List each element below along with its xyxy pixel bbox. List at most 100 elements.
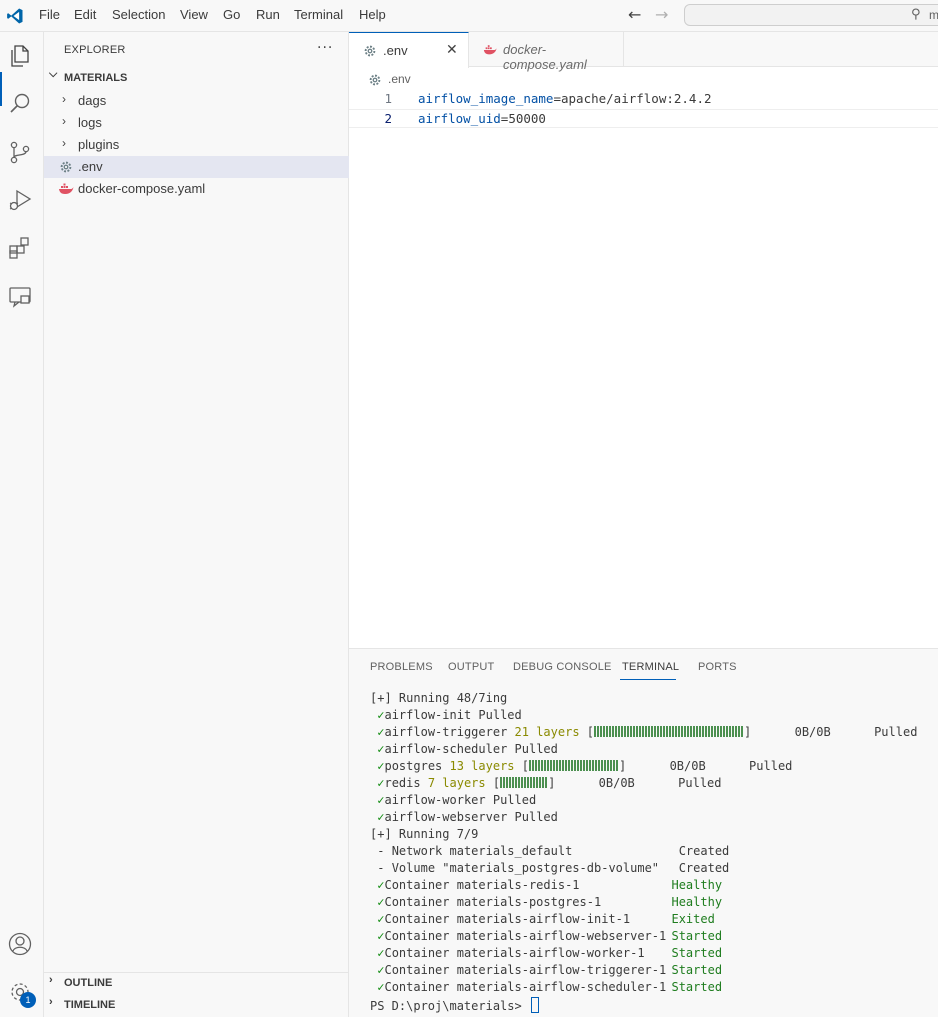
service-name: redis — [384, 776, 421, 790]
service-name: postgres — [384, 759, 443, 773]
resource-status: Started — [671, 929, 723, 943]
menu-file[interactable]: File — [39, 7, 60, 22]
resource-status: Created — [678, 861, 730, 875]
resource-name: Container materials-airflow-scheduler-1 — [384, 980, 667, 994]
resource-name: Network materials_default — [391, 844, 573, 858]
manage-badge: 1 — [20, 992, 36, 1008]
download-size: 0B/0B — [794, 725, 831, 739]
service-status: Pulled — [492, 793, 537, 807]
menu-edit[interactable]: Edit — [74, 7, 96, 22]
search-icon[interactable] — [6, 90, 34, 118]
terminal-line: ✓airflow-triggerer 21 layers [] 0B/0B Pu… — [377, 725, 918, 739]
line-number: 1 — [384, 91, 392, 106]
timeline-section[interactable]: › TIMELINE — [44, 995, 349, 1017]
tree-folder-dags[interactable]: › dags — [44, 90, 349, 112]
tab-ports[interactable]: PORTS — [698, 661, 737, 673]
resource-name: Container materials-airflow-webserver-1 — [384, 929, 667, 943]
menu-run[interactable]: Run — [256, 7, 280, 22]
tree-item-label: plugins — [78, 137, 120, 152]
resource-status: Started — [671, 980, 723, 994]
accounts-icon[interactable] — [6, 930, 34, 958]
source-control-icon[interactable] — [6, 138, 34, 166]
menu-view[interactable]: View — [180, 7, 208, 22]
check-icon: ✓ — [377, 912, 385, 926]
tab-output[interactable]: OUTPUT — [448, 661, 494, 673]
tab-terminal[interactable]: TERMINAL — [622, 661, 679, 673]
progress-bar — [500, 777, 549, 788]
terminal-line: ✓Container materials-airflow-triggerer-1… — [370, 963, 722, 980]
tree-file-env[interactable]: .env — [44, 156, 349, 178]
terminal-line: ✓Container materials-airflow-webserver-1… — [370, 929, 722, 946]
gear-icon — [60, 161, 72, 173]
remote-explorer-icon[interactable] — [6, 282, 34, 310]
resource-name: Container materials-airflow-init-1 — [384, 912, 631, 926]
download-size: 0B/0B — [598, 776, 635, 790]
env-key: airflow_uid — [418, 111, 501, 126]
extensions-icon[interactable] — [6, 234, 34, 262]
terminal-line: ✓Container materials-airflow-init-1 Exite… — [370, 912, 715, 929]
tab-env[interactable]: .env ✕ — [349, 32, 469, 68]
menu-selection[interactable]: Selection — [112, 7, 165, 22]
service-name: airflow-worker — [384, 793, 486, 807]
outline-section[interactable]: › OUTLINE — [44, 973, 349, 995]
service-status: Pulled — [478, 708, 522, 722]
layer-count: 21 layers — [514, 725, 580, 739]
env-value: apache/airflow:2.4.2 — [561, 91, 712, 106]
timeline-label: TIMELINE — [64, 999, 116, 1011]
service-name: airflow-triggerer — [384, 725, 508, 739]
tree-folder-plugins[interactable]: › plugins — [44, 134, 349, 156]
activity-bar: 1 — [0, 32, 44, 1017]
resource-status: Exited — [671, 912, 715, 926]
command-center-search[interactable]: ⚲ m — [684, 4, 938, 26]
status-mark: - — [377, 844, 385, 858]
menu-terminal[interactable]: Terminal — [294, 7, 343, 22]
tree-item-label: dags — [78, 93, 107, 108]
status-mark: - — [377, 861, 385, 875]
service-status: Pulled — [514, 742, 558, 756]
terminal-line: ✓airflow-scheduler Pulled — [370, 742, 558, 759]
explorer-files-icon[interactable] — [6, 42, 34, 70]
forward-arrow-icon[interactable]: → — [655, 5, 668, 24]
resource-name: Container materials-redis-1 — [384, 878, 580, 892]
check-icon: ✓ — [377, 946, 385, 960]
code-line[interactable]: 1 airflow_image_name=apache/airflow:2.4.… — [349, 90, 938, 109]
terminal-line: ✓Container materials-redis-1 Healthy — [370, 878, 722, 895]
terminal-prompt-line[interactable]: PS D:\proj\materials> — [370, 997, 539, 1014]
menu-help[interactable]: Help — [359, 7, 386, 22]
explorer-sidebar: EXPLORER ··· ⌵ MATERIALS › dags › logs ›… — [44, 32, 349, 1017]
service-name: airflow-scheduler — [384, 742, 508, 756]
tab-problems[interactable]: PROBLEMS — [370, 661, 433, 673]
tab-docker-compose[interactable]: docker-compose.yaml — [469, 32, 624, 72]
terminal-line: - Network materials_default Created — [370, 844, 729, 861]
tab-debug-console[interactable]: DEBUG CONSOLE — [513, 661, 612, 673]
layer-count: 7 layers — [427, 776, 486, 790]
tree-folder-logs[interactable]: › logs — [44, 112, 349, 134]
resource-name: Container materials-airflow-triggerer-1 — [384, 963, 667, 977]
code-line-active[interactable]: 2 airflow_uid=50000 — [349, 109, 938, 128]
progress-bar — [528, 760, 619, 771]
folder-section-materials[interactable]: ⌵ MATERIALS — [44, 68, 349, 90]
resource-name: Container materials-postgres-1 — [384, 895, 602, 909]
terminal-line: ✓Container materials-airflow-worker-1 Sta… — [370, 946, 722, 963]
env-key: airflow_image_name — [418, 91, 554, 106]
more-actions-icon[interactable]: ··· — [317, 40, 333, 56]
terminal-line: ✓airflow-worker Pulled — [370, 793, 536, 810]
close-icon[interactable]: ✕ — [446, 41, 458, 58]
command-center-text: m — [929, 8, 938, 22]
run-debug-icon[interactable] — [6, 186, 34, 214]
layer-count: 13 layers — [449, 759, 515, 773]
tree-file-docker-compose[interactable]: docker-compose.yaml — [44, 178, 349, 200]
env-value: 50000 — [508, 111, 546, 126]
docker-whale-icon — [483, 45, 497, 55]
terminal-line: ✓Container materials-postgres-1 Healthy — [370, 895, 722, 912]
menu-go[interactable]: Go — [223, 7, 240, 22]
terminal-line: ✓airflow-init Pulled — [370, 708, 522, 725]
editor-tab-bar: .env ✕ docker-compose.yaml — [349, 32, 938, 72]
check-icon: ✓ — [377, 980, 385, 994]
service-status: Pulled — [749, 759, 793, 773]
active-indicator — [0, 72, 2, 106]
back-arrow-icon[interactable]: ← — [628, 5, 641, 24]
service-status: Pulled — [678, 776, 722, 790]
service-status: Pulled — [514, 810, 558, 824]
folder-section-label: MATERIALS — [64, 72, 128, 84]
